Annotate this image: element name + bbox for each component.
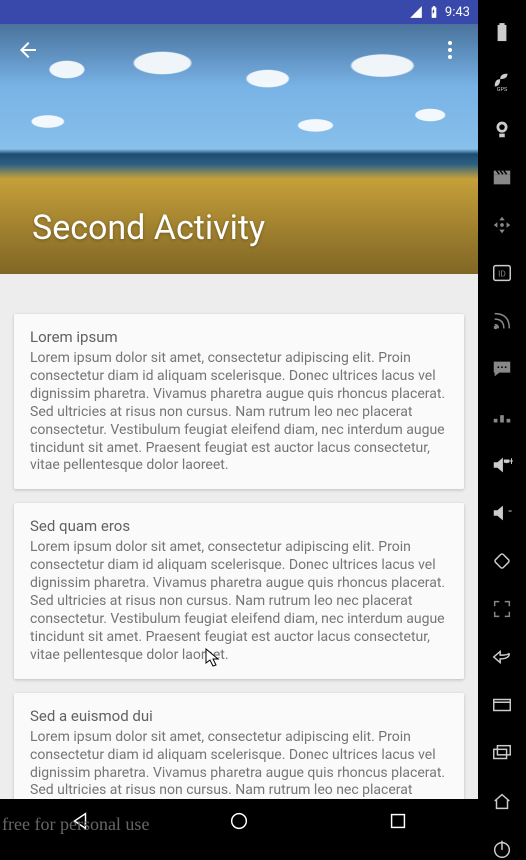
- content-scroll[interactable]: Lorem ipsum Lorem ipsum dolor sit amet, …: [0, 274, 478, 799]
- android-navbar: [0, 799, 478, 847]
- rotate-icon: [491, 550, 513, 572]
- nav-recent-icon: [387, 810, 409, 832]
- nav-home-icon: [228, 810, 250, 832]
- svg-text:ID: ID: [498, 270, 506, 280]
- camera-icon: [491, 118, 513, 140]
- emu-clapper-button[interactable]: [491, 166, 513, 188]
- card-title: Sed a euismod dui: [30, 707, 448, 725]
- dpad-icon: [491, 214, 513, 236]
- id-icon: ID: [491, 262, 513, 284]
- card: Lorem ipsum Lorem ipsum dolor sit amet, …: [14, 314, 464, 489]
- signal-icon: [409, 5, 423, 19]
- emulator-toolbar: GPS ID + -: [478, 0, 526, 847]
- emu-back-icon: [491, 646, 513, 668]
- clapperboard-icon: [491, 166, 513, 188]
- fullscreen-icon: [491, 598, 513, 620]
- emu-back-button[interactable]: [491, 646, 513, 668]
- page-title: Second Activity: [32, 208, 265, 248]
- hero-image: Second Activity: [0, 24, 478, 274]
- volume-down-icon: -: [491, 502, 513, 524]
- emu-power-button[interactable]: [491, 838, 513, 860]
- svg-text:-: -: [508, 504, 512, 519]
- emu-multitask1-button[interactable]: [491, 694, 513, 716]
- home-outline-icon: [491, 790, 513, 812]
- back-arrow-icon: [16, 38, 40, 62]
- nav-back-icon: [69, 810, 91, 832]
- emu-volume-down-button[interactable]: -: [491, 502, 513, 524]
- emu-volume-up-button[interactable]: +: [491, 454, 513, 476]
- emu-sms-button[interactable]: [491, 358, 513, 380]
- emu-network-button[interactable]: [491, 310, 513, 332]
- card: Sed quam eros Lorem ipsum dolor sit amet…: [14, 503, 464, 678]
- device-screen: 9:43 Second Activity Lorem ipsum Lorem i…: [0, 0, 478, 847]
- card-body: Lorem ipsum dolor sit amet, consectetur …: [30, 350, 448, 475]
- emu-gps-button[interactable]: GPS: [491, 70, 513, 92]
- card-title: Sed quam eros: [30, 517, 448, 535]
- emu-camera-button[interactable]: [491, 118, 513, 140]
- battery-icon: [491, 22, 513, 44]
- back-button[interactable]: [16, 38, 40, 66]
- emu-fullscreen-button[interactable]: [491, 598, 513, 620]
- rss-icon: [491, 310, 513, 332]
- volume-up-icon: +: [491, 454, 513, 476]
- svg-text:+: +: [508, 455, 513, 468]
- card-body: Lorem ipsum dolor sit amet, consectetur …: [30, 539, 448, 664]
- emu-multitask2-button[interactable]: [491, 742, 513, 764]
- card-title: Lorem ipsum: [30, 328, 448, 346]
- window-icon: [491, 694, 513, 716]
- more-vert-icon: [438, 38, 462, 62]
- gps-icon: GPS: [491, 70, 513, 92]
- status-bar: 9:43: [0, 0, 478, 24]
- status-time: 9:43: [445, 5, 470, 20]
- emu-id-button[interactable]: ID: [491, 262, 513, 284]
- sms-icon: [491, 358, 513, 380]
- emu-battery-button[interactable]: [491, 22, 513, 44]
- svg-text:GPS: GPS: [497, 87, 508, 92]
- nav-recent-button[interactable]: [387, 810, 409, 836]
- windows-icon: [491, 742, 513, 764]
- nav-back-button[interactable]: [69, 810, 91, 836]
- battery-icon: [427, 5, 441, 19]
- card: Sed a euismod dui Lorem ipsum dolor sit …: [14, 693, 464, 799]
- card-body: Lorem ipsum dolor sit amet, consectetur …: [30, 729, 448, 799]
- overflow-button[interactable]: [438, 38, 462, 66]
- app-toolbar: [0, 24, 478, 80]
- power-icon: [491, 838, 513, 860]
- emu-rotate-button[interactable]: [491, 550, 513, 572]
- emu-settings-button[interactable]: [491, 406, 513, 428]
- sliders-icon: [491, 406, 513, 428]
- emu-dpad-button[interactable]: [491, 214, 513, 236]
- nav-home-button[interactable]: [228, 810, 250, 836]
- emu-home-button[interactable]: [491, 790, 513, 812]
